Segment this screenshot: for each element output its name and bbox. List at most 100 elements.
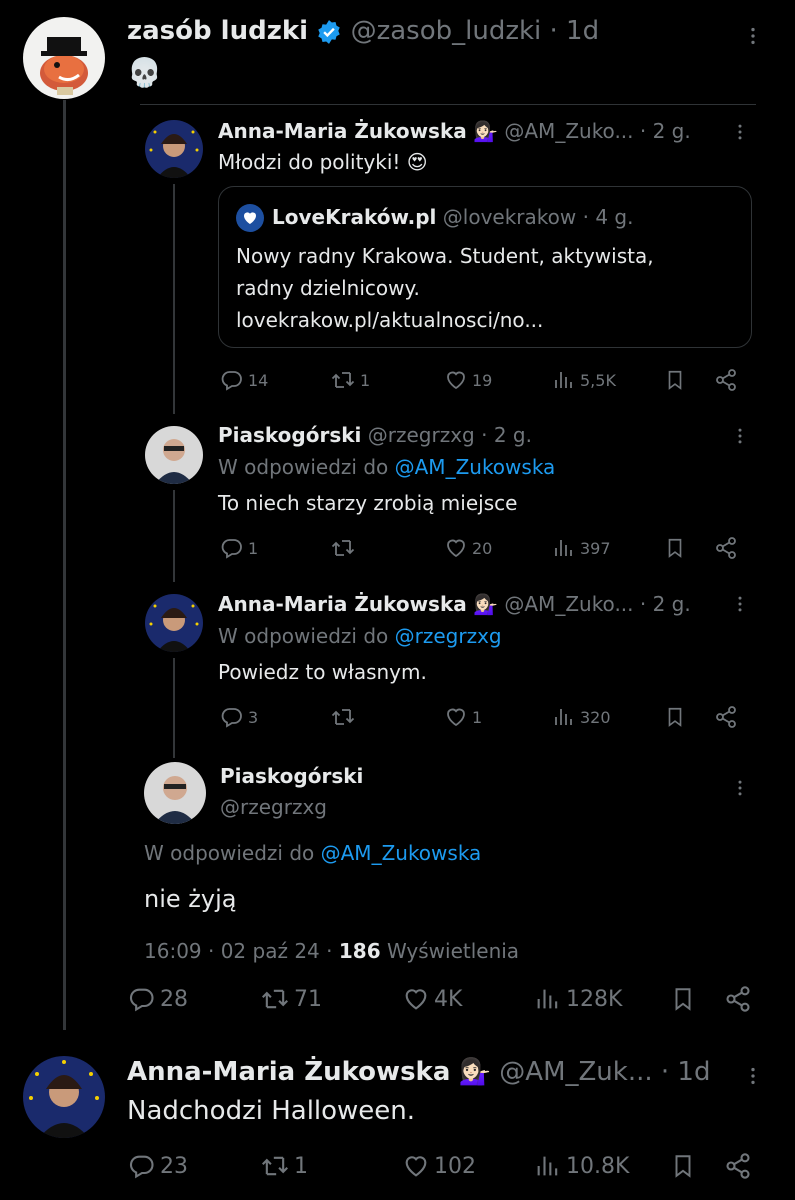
views-button[interactable]: 320 xyxy=(552,705,611,729)
like-count: 4K xyxy=(434,986,463,1012)
like-button[interactable]: 102 xyxy=(402,1152,476,1180)
views-count: 397 xyxy=(580,538,611,558)
share-icon[interactable] xyxy=(724,1152,752,1180)
retweet-button[interactable]: 71 xyxy=(260,985,322,1013)
quote-link[interactable]: lovekrakow.pl/aktualnosci/no... xyxy=(236,304,654,336)
reply-to-link[interactable]: @AM_Zukowska xyxy=(321,841,482,865)
more-options-icon[interactable] xyxy=(730,776,750,804)
views-button[interactable]: 397 xyxy=(552,536,611,560)
bookmark-icon[interactable] xyxy=(664,705,686,729)
share-icon[interactable] xyxy=(714,536,738,560)
tweet-timestamp[interactable]: 16:09 · 02 paź 24 · xyxy=(144,939,333,963)
lovekrakow-avatar-icon[interactable] xyxy=(236,204,264,232)
views-label: Wyświetlenia xyxy=(386,939,520,963)
views-count: 5,5K xyxy=(580,370,616,390)
views-count: 128K xyxy=(566,986,623,1012)
author-emoji: 💁🏻‍♀️ xyxy=(458,1057,492,1087)
retweet-button[interactable] xyxy=(330,705,360,729)
more-options-icon[interactable] xyxy=(730,592,750,620)
views-count: 186 xyxy=(338,939,381,963)
like-button[interactable]: 20 xyxy=(444,536,492,560)
like-count: 102 xyxy=(434,1153,476,1179)
tweet-text: To niech starzy zrobią miejsce xyxy=(218,491,518,515)
tweet-time[interactable]: · 2 g. xyxy=(640,119,691,143)
avatar-piaskogorski[interactable] xyxy=(144,762,206,824)
author-name[interactable]: Anna-Maria Żukowska xyxy=(127,1057,450,1087)
retweet-button[interactable] xyxy=(330,536,360,560)
retweet-button[interactable]: 1 xyxy=(260,1152,308,1180)
avatar-am-zukowska[interactable] xyxy=(23,1056,105,1138)
tweet-text: Nadchodzi Halloween. xyxy=(127,1096,416,1126)
like-count: 20 xyxy=(472,538,493,558)
thread-line-main xyxy=(63,100,66,1030)
like-button[interactable]: 4K xyxy=(402,985,462,1013)
author-handle[interactable]: @AM_Zuk... xyxy=(499,1057,652,1087)
author-emoji: 💁🏻‍♀️ xyxy=(473,119,499,143)
reply-to-link[interactable]: @AM_Zukowska xyxy=(395,455,556,479)
retweet-count: 1 xyxy=(294,1153,308,1179)
tweet-time[interactable]: · 2 g. xyxy=(640,592,691,616)
share-icon[interactable] xyxy=(714,705,738,729)
more-options-icon[interactable] xyxy=(730,120,750,148)
thread-line-inner xyxy=(173,490,175,582)
author-name[interactable]: Anna-Maria Żukowska xyxy=(218,592,467,616)
reply-count: 14 xyxy=(248,370,269,390)
retweet-count: 1 xyxy=(360,370,371,390)
bookmark-icon[interactable] xyxy=(664,368,686,392)
reply-button[interactable]: 3 xyxy=(220,705,258,729)
reply-count: 3 xyxy=(248,707,259,727)
like-button[interactable]: 1 xyxy=(444,705,482,729)
bookmark-icon[interactable] xyxy=(670,1152,696,1180)
reply-prefix: W odpowiedzi do xyxy=(218,455,389,479)
reply-count: 1 xyxy=(248,538,259,558)
reply-button[interactable]: 23 xyxy=(128,1152,188,1180)
tweet-time[interactable]: · 1d xyxy=(550,16,600,46)
quote-author-name[interactable]: LoveKraków.pl xyxy=(272,205,436,229)
views-button[interactable]: 5,5K xyxy=(552,368,616,392)
reply-button[interactable]: 1 xyxy=(220,536,258,560)
bookmark-icon[interactable] xyxy=(670,985,696,1013)
more-options-icon[interactable] xyxy=(742,22,764,54)
author-handle[interactable]: @AM_Zuko... xyxy=(504,119,633,143)
tweet-time[interactable]: · 2 g. xyxy=(481,423,532,447)
reply-to-link[interactable]: @rzegrzxg xyxy=(395,624,502,648)
like-count: 19 xyxy=(472,370,493,390)
reply-count: 23 xyxy=(160,1153,188,1179)
avatar-am-zukowska[interactable] xyxy=(145,594,203,652)
reply-button[interactable]: 14 xyxy=(220,368,268,392)
author-name[interactable]: Piaskogórski xyxy=(218,423,361,447)
share-icon[interactable] xyxy=(714,368,738,392)
retweet-button[interactable]: 1 xyxy=(330,368,370,392)
avatar-piaskogorski[interactable] xyxy=(145,426,203,484)
author-handle[interactable]: @rzegrzxg xyxy=(220,795,327,819)
more-options-icon[interactable] xyxy=(730,424,750,452)
like-count: 1 xyxy=(472,707,483,727)
retweet-count: 71 xyxy=(294,986,322,1012)
more-options-icon[interactable] xyxy=(742,1062,764,1094)
thread-line-inner xyxy=(173,658,175,758)
like-button[interactable]: 19 xyxy=(444,368,492,392)
quote-time[interactable]: · 4 g. xyxy=(583,205,634,229)
reply-prefix: W odpowiedzi do xyxy=(144,841,315,865)
author-handle[interactable]: @rzegrzxg xyxy=(368,423,475,447)
author-handle[interactable]: @zasob_ludzki xyxy=(351,16,542,46)
author-handle[interactable]: @AM_Zuko... xyxy=(504,592,633,616)
thread-line-inner xyxy=(173,184,175,414)
verified-badge-icon xyxy=(316,19,342,45)
views-count: 320 xyxy=(580,707,611,727)
bookmark-icon[interactable] xyxy=(664,536,686,560)
author-name[interactable]: Piaskogórski xyxy=(220,764,363,788)
avatar-am-zukowska[interactable] xyxy=(145,120,203,178)
views-button[interactable]: 10.8K xyxy=(534,1152,629,1180)
author-name[interactable]: zasób ludzki xyxy=(127,16,308,46)
author-emoji: 💁🏻‍♀️ xyxy=(473,592,499,616)
tweet-time[interactable]: · 1d xyxy=(661,1057,711,1087)
author-name[interactable]: Anna-Maria Żukowska xyxy=(218,119,467,143)
views-button[interactable]: 128K xyxy=(534,985,622,1013)
reply-button[interactable]: 28 xyxy=(128,985,188,1013)
share-icon[interactable] xyxy=(724,985,752,1013)
tweet-text: Powiedz to własnym. xyxy=(218,660,427,684)
avatar-zasob-ludzki[interactable] xyxy=(23,17,105,99)
quote-author-handle[interactable]: @lovekrakow xyxy=(443,205,576,229)
divider xyxy=(140,104,756,105)
